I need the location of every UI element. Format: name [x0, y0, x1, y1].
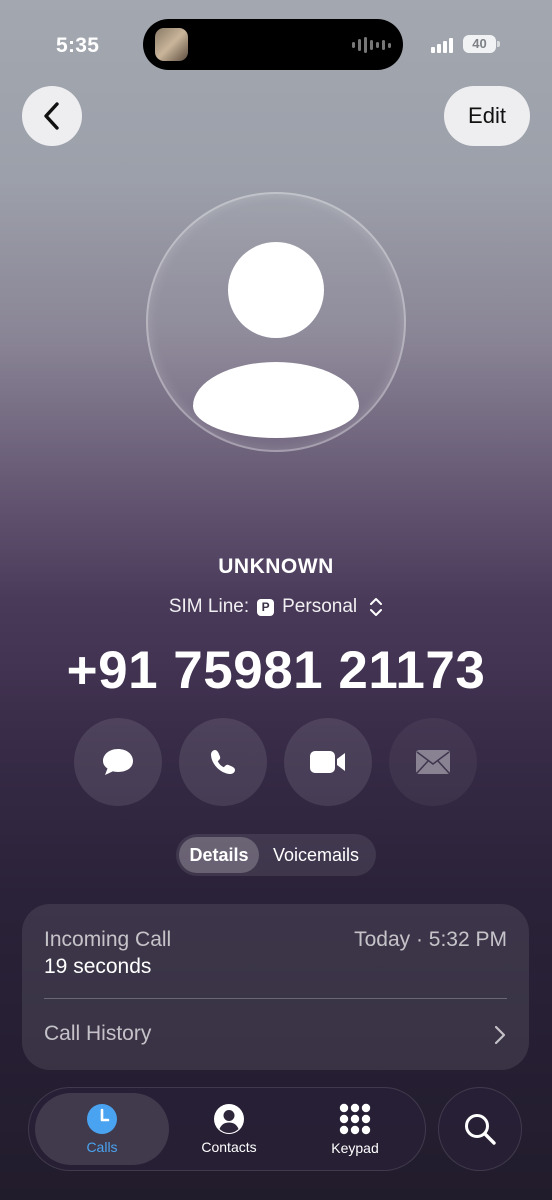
live-activity-avatar: [155, 28, 188, 61]
avatar-body: [193, 362, 359, 438]
avatar-head: [228, 242, 324, 338]
video-call-button[interactable]: [284, 718, 372, 806]
call-type: Incoming Call: [44, 928, 172, 951]
person-circle-icon: [214, 1104, 244, 1134]
battery-tip: [497, 41, 500, 47]
contact-avatar[interactable]: [146, 192, 406, 452]
mail-button[interactable]: [389, 718, 477, 806]
video-camera-icon: [310, 751, 345, 773]
divider: [44, 998, 507, 999]
call-history-row[interactable]: Call History: [44, 1022, 507, 1046]
tab-contacts[interactable]: Contacts: [169, 1093, 289, 1165]
call-history-label: Call History: [44, 1022, 152, 1045]
sim-line-name: Personal: [282, 596, 358, 617]
battery-icon: 40: [463, 35, 496, 53]
back-button[interactable]: [22, 86, 82, 146]
chevron-left-icon: [44, 102, 59, 130]
call-details-card: Incoming Call 19 seconds Today · 5:32 PM…: [22, 904, 529, 1070]
dynamic-island[interactable]: [143, 19, 403, 70]
chevron-right-icon: [494, 1025, 506, 1045]
message-bubble-icon: [103, 749, 133, 775]
sim-line-label: SIM Line:: [168, 596, 250, 617]
edit-button[interactable]: Edit: [444, 86, 530, 146]
tab-keypad-label: Keypad: [331, 1140, 379, 1156]
search-button[interactable]: [438, 1087, 522, 1171]
action-buttons: [74, 718, 477, 806]
keypad-icon: [339, 1103, 371, 1135]
tab-bar: Calls Contacts Keypad: [28, 1087, 426, 1171]
sim-badge: P: [257, 598, 275, 616]
signal-icon: [431, 38, 453, 53]
message-button[interactable]: [74, 718, 162, 806]
call-timestamp: Today · 5:32 PM: [354, 928, 507, 951]
tab-calls-label: Calls: [86, 1139, 118, 1155]
call-button[interactable]: [179, 718, 267, 806]
status-time: 5:35: [56, 34, 100, 57]
chevron-up-down-icon: [370, 598, 383, 616]
tab-keypad[interactable]: Keypad: [295, 1093, 415, 1165]
contact-name: UNKNOWN: [218, 555, 334, 578]
tab-contacts-label: Contacts: [201, 1139, 257, 1155]
tab-details[interactable]: Details: [179, 837, 259, 873]
envelope-icon: [416, 750, 450, 774]
audio-waveform-icon: [352, 36, 391, 54]
sim-line-selector[interactable]: SIM Line: P Personal: [0, 596, 552, 618]
phone-number: +91 75981 21173: [66, 641, 486, 700]
tab-voicemails[interactable]: Voicemails: [259, 837, 373, 873]
phone-icon: [211, 750, 235, 774]
clock-icon: [87, 1104, 117, 1134]
details-voicemails-segment: Details Voicemails: [176, 834, 376, 876]
call-duration: 19 seconds: [44, 955, 152, 978]
tab-calls[interactable]: Calls: [35, 1093, 169, 1165]
search-icon: [465, 1114, 496, 1145]
